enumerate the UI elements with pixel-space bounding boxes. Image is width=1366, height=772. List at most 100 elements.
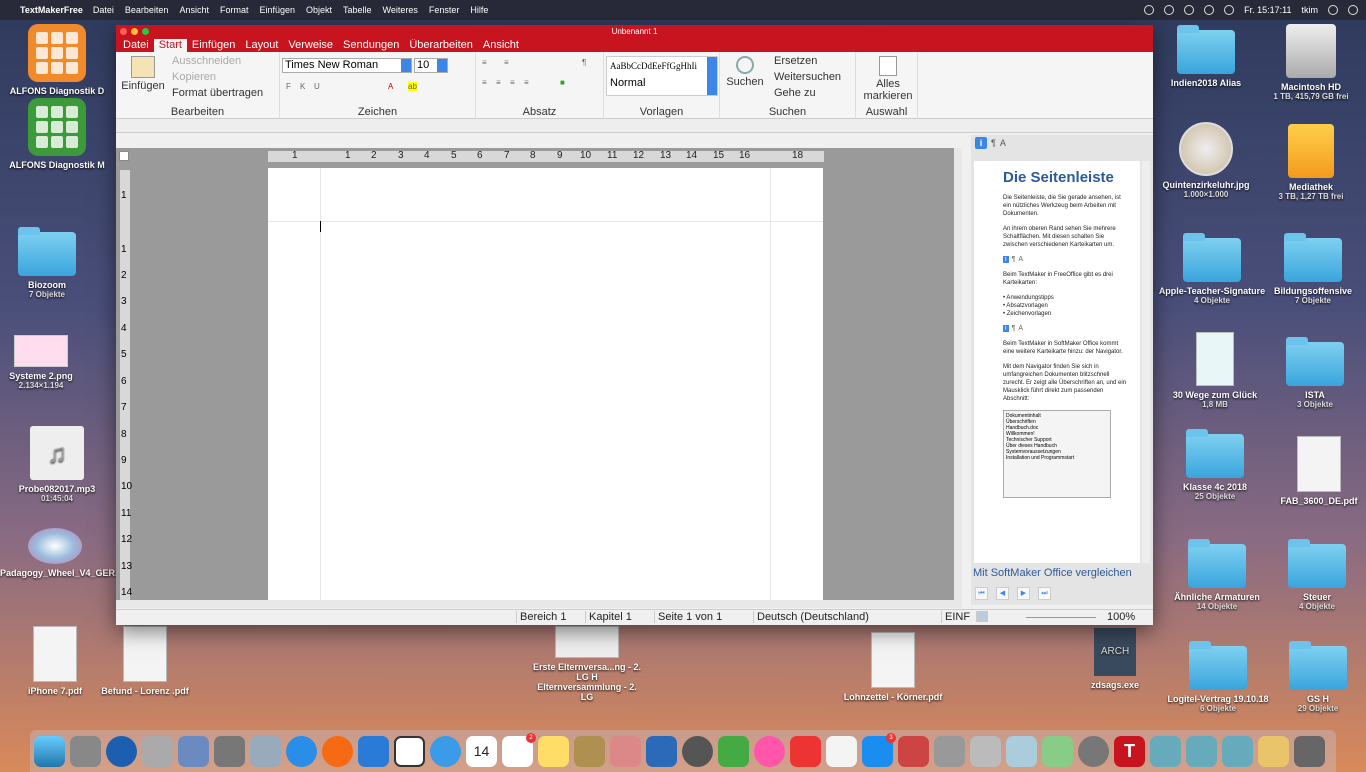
previous-page-icon[interactable]: ◀ xyxy=(996,587,1009,600)
style-gallery[interactable]: AaBbCcDdEeFfGgHhIi Normal xyxy=(606,56,718,96)
app-menu[interactable]: TextMakerFree xyxy=(20,5,83,15)
desktop-item[interactable]: ARCH zdsags.exe xyxy=(1060,628,1170,690)
app-icon[interactable] xyxy=(898,735,929,767)
pdf-app-icon[interactable] xyxy=(790,735,821,767)
font-name-select[interactable]: Times New Roman xyxy=(282,58,412,73)
suchen-button[interactable]: Suchen xyxy=(724,56,766,88)
tab-einfuegen[interactable]: Einfügen xyxy=(187,39,240,52)
launchpad-icon[interactable] xyxy=(70,735,101,767)
highlight-icon[interactable]: ab xyxy=(408,82,417,91)
desktop-item[interactable]: Befund - Lorenz .pdf xyxy=(90,626,200,696)
desktop-item[interactable]: Logitel-Vertrag 19.10.18 6 Objekte xyxy=(1163,641,1273,713)
format-uebertragen-button[interactable]: Format übertragen xyxy=(172,87,263,99)
app-icon[interactable] xyxy=(610,735,641,767)
app-icon[interactable] xyxy=(574,735,605,767)
search-icon[interactable] xyxy=(1328,5,1338,15)
next-page-icon[interactable]: ▶ xyxy=(1017,587,1030,600)
pilcrow-icon[interactable]: ¶ xyxy=(991,138,996,148)
status-icon[interactable] xyxy=(1164,5,1175,15)
battery-icon[interactable] xyxy=(1224,5,1235,15)
safari-icon[interactable] xyxy=(286,735,317,767)
zoom-slider[interactable] xyxy=(1026,617,1096,618)
sidebar-scrollbar[interactable] xyxy=(1142,161,1150,563)
minimize-window-button[interactable] xyxy=(131,28,138,35)
pilcrow-icon[interactable]: ¶ xyxy=(582,58,586,67)
bullet-list-icon[interactable]: ≡ xyxy=(482,58,487,67)
app-icon[interactable] xyxy=(214,735,245,767)
desktop-item[interactable]: Erste Elternversa...ng - 2. LG H Elternv… xyxy=(532,626,642,702)
desktop-item[interactable]: Klasse 4c 2018 25 Objekte xyxy=(1160,429,1270,501)
app-store-icon[interactable]: 3 xyxy=(862,732,896,767)
menu-einfuegen[interactable]: Einfügen xyxy=(259,5,295,15)
app-icon[interactable] xyxy=(1006,735,1037,767)
menu-tabelle[interactable]: Tabelle xyxy=(343,5,372,15)
tab-start[interactable]: Start xyxy=(153,39,187,52)
desktop-item[interactable]: Lohnzettel - Körner.pdf xyxy=(838,632,948,702)
menu-weiteres[interactable]: Weiteres xyxy=(383,5,418,15)
preview-icon[interactable] xyxy=(178,735,209,767)
tab-sendungen[interactable]: Sendungen xyxy=(338,39,404,52)
status-icon[interactable] xyxy=(1144,5,1155,15)
app-icon[interactable] xyxy=(682,735,713,767)
italic-icon[interactable]: K xyxy=(300,82,305,91)
password-app-icon[interactable] xyxy=(106,735,137,767)
vertical-scrollbar[interactable] xyxy=(954,148,962,600)
menu-objekt[interactable]: Objekt xyxy=(306,5,332,15)
status-mode[interactable]: EINF xyxy=(941,611,970,623)
desktop-item[interactable]: ISTA 3 Objekte xyxy=(1260,337,1366,409)
status-sprache[interactable]: Deutsch (Deutschland) xyxy=(753,611,869,623)
desktop-item[interactable]: Macintosh HD 1 TB, 415,79 GB frei xyxy=(1256,24,1366,101)
align-center-icon[interactable]: ≡ xyxy=(496,78,501,87)
document-page[interactable] xyxy=(268,168,823,600)
first-page-icon[interactable]: ⏮ xyxy=(975,587,988,600)
reminders-icon[interactable]: 2 xyxy=(502,732,536,767)
ersetzen-button[interactable]: Ersetzen xyxy=(774,55,817,67)
justify-icon[interactable]: ≡ xyxy=(524,78,529,87)
title-bar[interactable]: Unbenannt 1 xyxy=(116,25,1153,39)
horizontal-scrollbar[interactable] xyxy=(116,600,962,608)
desktop-item[interactable]: Biozoom 7 Objekte xyxy=(0,227,102,299)
desktop-item[interactable]: Quintenzirkeluhr.jpg 1.000×1.000 xyxy=(1151,122,1261,199)
desktop-item[interactable]: Steuer 4 Objekte xyxy=(1262,539,1366,611)
shading-icon[interactable]: ■ xyxy=(560,78,565,87)
desktop-item[interactable]: ALFONS Diagnostik D xyxy=(2,24,112,96)
notes-icon[interactable] xyxy=(538,735,569,767)
align-left-icon[interactable]: ≡ xyxy=(482,78,487,87)
font-color-icon[interactable]: A xyxy=(388,82,393,91)
desktop-item[interactable]: ♫ Probe082017.mp3 01:45:04 xyxy=(2,426,112,503)
keychain-icon[interactable] xyxy=(142,735,173,767)
weitersuchen-button[interactable]: Weitersuchen xyxy=(774,71,841,83)
desktop-item[interactable]: Mediathek 3 TB, 1,27 TB frei xyxy=(1256,124,1366,201)
clock[interactable]: Fr. 15:17:11 xyxy=(1244,5,1291,15)
photos-icon[interactable] xyxy=(754,735,785,767)
tab-datei[interactable]: Datei xyxy=(118,39,154,52)
app-icon[interactable] xyxy=(394,735,425,767)
vertical-ruler[interactable]: 1 1 2 3 4 5 6 7 8 9 10 11 12 13 14 xyxy=(120,170,132,600)
menu-ansicht[interactable]: Ansicht xyxy=(179,5,209,15)
desktop-item[interactable]: ALFONS Diagnostik M xyxy=(2,98,112,170)
view-mode-icon[interactable] xyxy=(976,611,988,622)
desktop-item[interactable]: GS H 29 Objekte xyxy=(1263,641,1366,713)
books-icon[interactable] xyxy=(646,735,677,767)
folder-stack-icon[interactable] xyxy=(1186,735,1217,767)
menu-format[interactable]: Format xyxy=(220,5,249,15)
app-icon[interactable] xyxy=(1258,735,1289,767)
info-icon[interactable]: i xyxy=(975,137,987,149)
numbered-list-icon[interactable]: ≡ xyxy=(504,58,509,67)
app-icon[interactable] xyxy=(970,735,1001,767)
folder-stack-icon[interactable] xyxy=(1222,735,1253,767)
zoom-level[interactable]: 100% xyxy=(1104,611,1135,623)
menu-bearbeiten[interactable]: Bearbeiten xyxy=(125,5,169,15)
firefox-icon[interactable] xyxy=(322,735,353,767)
compare-link[interactable]: Mit SoftMaker Office vergleichen xyxy=(973,567,1132,579)
menu-fenster[interactable]: Fenster xyxy=(429,5,460,15)
bold-icon[interactable]: F xyxy=(286,82,291,91)
music-icon[interactable] xyxy=(826,735,857,767)
zoom-window-button[interactable] xyxy=(142,28,149,35)
gehe-zu-button[interactable]: Gehe zu xyxy=(774,87,816,99)
numbers-icon[interactable] xyxy=(718,735,749,767)
kopieren-button[interactable]: Kopieren xyxy=(172,71,216,83)
font-size-select[interactable]: 10 xyxy=(414,58,448,73)
alles-markieren-button[interactable]: Alles markieren xyxy=(860,56,916,102)
einfuegen-button[interactable]: Einfügen xyxy=(120,56,166,92)
